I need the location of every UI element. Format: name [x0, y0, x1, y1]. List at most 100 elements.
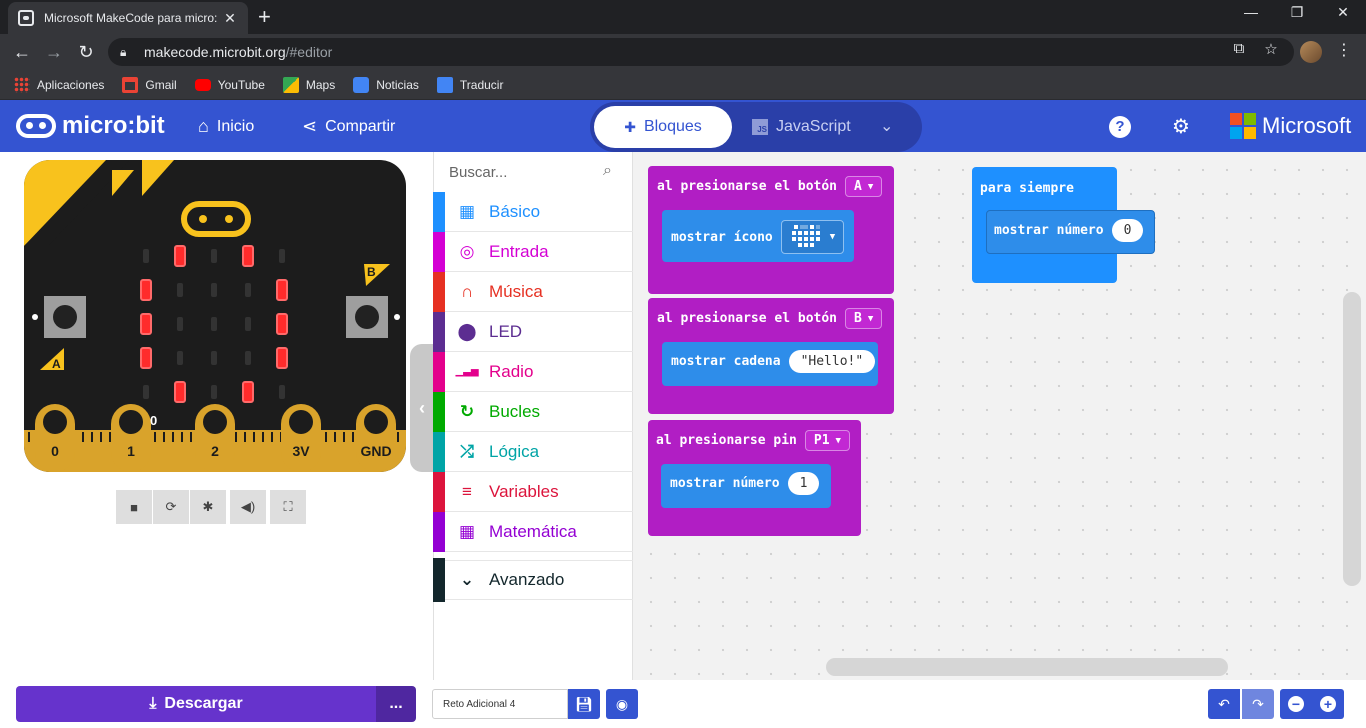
- bookmark-translate[interactable]: Traducir: [436, 76, 503, 93]
- help-icon[interactable]: ?: [1107, 114, 1133, 138]
- tab-blocks[interactable]: ✚ Bloques: [594, 106, 732, 148]
- close-window-icon[interactable]: ✕: [1328, 4, 1358, 21]
- translate-icon[interactable]: ⧉: [1228, 40, 1250, 57]
- github-button[interactable]: ◉: [606, 689, 638, 719]
- led-1-2: [211, 283, 217, 297]
- category-4[interactable]: ▁▃▅ Radio: [433, 351, 633, 392]
- led-2-0: [140, 313, 152, 335]
- tab-title: Microsoft MakeCode para micro:: [44, 11, 218, 25]
- category-advanced[interactable]: ⌄ Avanzado: [433, 558, 633, 602]
- bookmark-star-icon[interactable]: ☆: [1260, 40, 1282, 58]
- pin-0[interactable]: 0: [35, 404, 75, 472]
- pin-label: 3V: [292, 443, 310, 459]
- bookmark-apps[interactable]: Aplicaciones: [14, 76, 104, 93]
- block-show-icon[interactable]: mostrar ícono ▼: [662, 210, 854, 262]
- led-0-1: [174, 245, 186, 267]
- led-3-0: [140, 347, 152, 369]
- category-1[interactable]: ◎ Entrada: [433, 231, 633, 272]
- debug-button[interactable]: ✱: [190, 490, 226, 524]
- number-input[interactable]: 0: [1111, 219, 1144, 242]
- mute-button[interactable]: ◀): [230, 490, 266, 524]
- redo-button[interactable]: ↷: [1242, 689, 1274, 719]
- reload-icon[interactable]: ↻: [74, 40, 98, 64]
- microsoft-logo[interactable]: Microsoft: [1230, 113, 1351, 139]
- category-6[interactable]: ⤮ Lógica: [433, 431, 633, 472]
- pin-3V[interactable]: 3V: [281, 404, 321, 472]
- undo-icon: ↶: [1218, 695, 1230, 712]
- bookmark-gmail[interactable]: Gmail: [122, 76, 177, 93]
- address-bar[interactable]: 🔒︎ makecode.microbit.org/#editor: [108, 38, 1294, 66]
- share-button[interactable]: ⋖ Compartir: [302, 116, 395, 137]
- fullscreen-icon: ⛶: [283, 499, 293, 514]
- close-tab-icon[interactable]: ✕: [222, 10, 238, 27]
- button-dropdown[interactable]: B ▼: [845, 308, 883, 329]
- restore-icon[interactable]: ❐: [1282, 4, 1312, 21]
- restart-button[interactable]: ⟳: [153, 490, 189, 524]
- zoom-in-icon: +: [1320, 696, 1336, 712]
- browser-menu-icon[interactable]: ⋮: [1334, 40, 1354, 60]
- bookmark-maps[interactable]: Maps: [282, 76, 335, 93]
- block-show-string[interactable]: mostrar cadena "Hello!": [662, 342, 878, 386]
- pin-2[interactable]: 2: [195, 404, 235, 472]
- category-5[interactable]: ↻ Bucles: [433, 391, 633, 432]
- string-input[interactable]: "Hello!": [788, 350, 876, 373]
- button-b-label: B: [367, 265, 376, 279]
- led-0-4: [279, 249, 285, 263]
- apps-grid-icon: [14, 76, 30, 93]
- search-input[interactable]: Buscar...: [449, 164, 507, 181]
- pin-dropdown[interactable]: P1 ▼: [804, 430, 850, 451]
- led-2-4: [276, 313, 288, 335]
- undo-button[interactable]: ↶: [1208, 689, 1240, 719]
- bookmark-youtube[interactable]: YouTube: [194, 78, 265, 92]
- zoom-in-button[interactable]: +: [1312, 689, 1344, 719]
- microbit-logo-icon: [181, 201, 251, 237]
- save-button[interactable]: 💾︎: [568, 689, 600, 719]
- bookmark-news[interactable]: Noticias: [353, 76, 419, 93]
- microbit-logo[interactable]: micro:bit: [16, 112, 165, 140]
- home-button[interactable]: ⌂ Inicio: [198, 116, 254, 137]
- pin-label: 0: [51, 443, 59, 459]
- forward-icon[interactable]: →: [42, 40, 66, 64]
- stop-button[interactable]: ■: [116, 490, 152, 524]
- minimize-icon[interactable]: —: [1236, 4, 1266, 20]
- collapse-simulator-button[interactable]: ‹: [410, 344, 434, 472]
- pin-readout: 0: [150, 413, 157, 428]
- category-label: LED: [489, 321, 523, 341]
- profile-avatar[interactable]: [1300, 41, 1322, 63]
- microbit-simulator[interactable]: A B 0 1 2 3V GND 0: [24, 160, 406, 472]
- new-tab-icon[interactable]: +: [258, 4, 271, 30]
- block-show-number-forever[interactable]: mostrar número 0: [986, 210, 1155, 254]
- chevron-down-icon[interactable]: ⌄: [880, 116, 893, 136]
- toolbox-search[interactable]: Buscar... ⌕: [433, 152, 633, 192]
- button-dropdown[interactable]: A ▼: [845, 176, 883, 197]
- pin-label: GND: [360, 443, 391, 459]
- pin-label: 2: [211, 443, 219, 459]
- pin-1[interactable]: 1: [111, 404, 151, 472]
- button-a-label: A: [52, 357, 61, 371]
- download-button[interactable]: ⤓ Descargar: [16, 686, 376, 722]
- back-icon[interactable]: ←: [10, 40, 34, 64]
- category-label: Radio: [489, 361, 534, 381]
- category-0[interactable]: ▦ Básico: [433, 191, 633, 232]
- led-4-2: [211, 385, 217, 399]
- workspace-horizontal-scrollbar[interactable]: [826, 658, 1228, 676]
- tab-javascript[interactable]: JS JavaScript: [752, 106, 872, 148]
- workspace-vertical-scrollbar[interactable]: [1343, 292, 1361, 586]
- pin-GND[interactable]: GND: [356, 404, 396, 472]
- gear-icon[interactable]: ⚙: [1168, 114, 1194, 139]
- number-input[interactable]: 1: [787, 472, 820, 495]
- fullscreen-button[interactable]: ⛶: [270, 490, 306, 524]
- category-7[interactable]: ≡ Variables: [433, 471, 633, 512]
- calculator-icon: ▦: [458, 521, 476, 541]
- zoom-out-button[interactable]: −: [1280, 689, 1312, 719]
- category-8[interactable]: ▦ Matemática: [433, 511, 633, 552]
- icon-dropdown[interactable]: ▼: [780, 220, 845, 254]
- project-name-input[interactable]: Reto Adicional 4: [432, 689, 568, 719]
- category-2[interactable]: ∩ Música: [433, 271, 633, 312]
- download-options-button[interactable]: ...: [376, 686, 416, 722]
- category-3[interactable]: ⬤ LED: [433, 311, 633, 352]
- github-icon: ◉: [615, 695, 629, 712]
- category-color-bar: [433, 511, 445, 552]
- browser-tab[interactable]: Microsoft MakeCode para micro: ✕: [8, 2, 248, 34]
- block-show-number[interactable]: mostrar número 1: [661, 464, 831, 508]
